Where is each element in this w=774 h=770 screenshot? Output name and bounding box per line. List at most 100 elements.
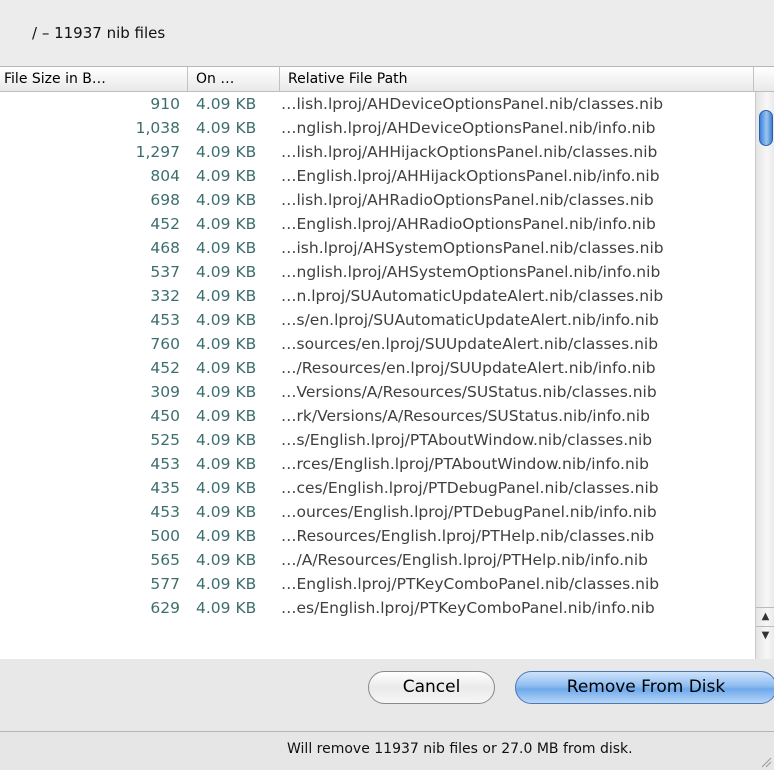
relative-path-cell: …sources/en.lproj/SUUpdateAlert.nib/clas… bbox=[281, 335, 659, 353]
table-header: File Size in B… On … Relative File Path bbox=[0, 67, 774, 92]
relative-path-cell: …rk/Versions/A/Resources/SUStatus.nib/in… bbox=[281, 407, 650, 425]
on-disk-cell: 4.09 KB bbox=[196, 119, 257, 137]
table-row[interactable]: 452 4.09 KB …/Resources/en.lproj/SUUpdateA… bbox=[0, 356, 754, 380]
table-row[interactable]: 435 4.09 KB …ces/English.lproj/PTDebugPane… bbox=[0, 476, 754, 500]
table-row[interactable]: 1,038 4.09 KB …nglish.lproj/AHDeviceOption… bbox=[0, 116, 754, 140]
on-disk-cell: 4.09 KB bbox=[196, 479, 257, 497]
file-size-cell: 577 bbox=[150, 575, 180, 593]
file-size-cell: 910 bbox=[150, 95, 180, 113]
relative-path-cell: …rces/English.lproj/PTAboutWindow.nib/in… bbox=[281, 455, 649, 473]
on-disk-cell: 4.09 KB bbox=[196, 287, 257, 305]
table-row[interactable]: 698 4.09 KB …lish.lproj/AHRadioOptionsPane… bbox=[0, 188, 754, 212]
relative-path-cell: …English.lproj/AHHijackOptionsPanel.nib/… bbox=[281, 167, 660, 185]
page-title: / – 11937 nib files bbox=[32, 24, 166, 42]
file-size-cell: 453 bbox=[150, 455, 180, 473]
table-row[interactable]: 910 4.09 KB …lish.lproj/AHDeviceOptionsPan… bbox=[0, 92, 754, 116]
resize-grip-icon[interactable] bbox=[760, 756, 772, 768]
file-size-cell: 453 bbox=[150, 503, 180, 521]
file-size-cell: 525 bbox=[150, 431, 180, 449]
relative-path-cell: …ces/English.lproj/PTDebugPanel.nib/clas… bbox=[281, 479, 659, 497]
relative-path-cell: …es/English.lproj/PTKeyComboPanel.nib/in… bbox=[281, 599, 655, 617]
relative-path-cell: …ish.lproj/AHSystemOptionsPanel.nib/clas… bbox=[281, 239, 664, 257]
table-row[interactable]: 450 4.09 KB …rk/Versions/A/Resources/SUSta… bbox=[0, 404, 754, 428]
table-row[interactable]: 525 4.09 KB …s/English.lproj/PTAboutWindow… bbox=[0, 428, 754, 452]
table-row[interactable]: 500 4.09 KB …Resources/English.lproj/PTHel… bbox=[0, 524, 754, 548]
on-disk-cell: 4.09 KB bbox=[196, 599, 257, 617]
table-row[interactable]: 537 4.09 KB …nglish.lproj/AHSystemOptionsP… bbox=[0, 260, 754, 284]
on-disk-cell: 4.09 KB bbox=[196, 311, 257, 329]
table-row[interactable]: 468 4.09 KB …ish.lproj/AHSystemOptionsPane… bbox=[0, 236, 754, 260]
scroll-up-arrow-icon[interactable]: ▲ bbox=[756, 607, 774, 626]
relative-path-cell: …s/en.lproj/SUAutomaticUpdateAlert.nib/i… bbox=[281, 311, 659, 329]
relative-path-cell: …Versions/A/Resources/SUStatus.nib/class… bbox=[281, 383, 657, 401]
table-row[interactable]: 309 4.09 KB …Versions/A/Resources/SUStatus… bbox=[0, 380, 754, 404]
on-disk-cell: 4.09 KB bbox=[196, 335, 257, 353]
on-disk-cell: 4.09 KB bbox=[196, 527, 257, 545]
file-size-cell: 468 bbox=[150, 239, 180, 257]
file-size-cell: 435 bbox=[150, 479, 180, 497]
on-disk-cell: 4.09 KB bbox=[196, 383, 257, 401]
on-disk-cell: 4.09 KB bbox=[196, 575, 257, 593]
relative-path-cell: …lish.lproj/AHHijackOptionsPanel.nib/cla… bbox=[281, 143, 658, 161]
table-row[interactable]: 453 4.09 KB …rces/English.lproj/PTAboutWin… bbox=[0, 452, 754, 476]
on-disk-cell: 4.09 KB bbox=[196, 191, 257, 209]
file-size-cell: 537 bbox=[150, 263, 180, 281]
relative-path-cell: …/Resources/en.lproj/SUUpdateAlert.nib/i… bbox=[281, 359, 656, 377]
file-size-cell: 453 bbox=[150, 311, 180, 329]
file-size-cell: 309 bbox=[150, 383, 180, 401]
button-bar: Cancel Remove From Disk bbox=[0, 659, 774, 731]
remove-from-disk-button[interactable]: Remove From Disk bbox=[515, 671, 774, 704]
relative-path-cell: …/A/Resources/English.lproj/PTHelp.nib/i… bbox=[281, 551, 648, 569]
table-row[interactable]: 565 4.09 KB …/A/Resources/English.lproj/PT… bbox=[0, 548, 754, 572]
table-row[interactable]: 804 4.09 KB …English.lproj/AHHijackOptions… bbox=[0, 164, 754, 188]
on-disk-cell: 4.09 KB bbox=[196, 431, 257, 449]
file-size-cell: 565 bbox=[150, 551, 180, 569]
scrollbar-thumb[interactable] bbox=[759, 110, 773, 146]
file-size-cell: 452 bbox=[150, 359, 180, 377]
relative-path-cell: …lish.lproj/AHRadioOptionsPanel.nib/clas… bbox=[281, 191, 654, 209]
cancel-button[interactable]: Cancel bbox=[368, 671, 495, 704]
table-row[interactable]: 453 4.09 KB …ources/English.lproj/PTDebugP… bbox=[0, 500, 754, 524]
file-size-cell: 452 bbox=[150, 215, 180, 233]
table-row[interactable]: 452 4.09 KB …English.lproj/AHRadioOptionsP… bbox=[0, 212, 754, 236]
column-header-on-disk[interactable]: On … bbox=[188, 67, 280, 91]
on-disk-cell: 4.09 KB bbox=[196, 167, 257, 185]
table-body: 910 4.09 KB …lish.lproj/AHDeviceOptionsPan… bbox=[0, 92, 754, 659]
on-disk-cell: 4.09 KB bbox=[196, 263, 257, 281]
file-size-cell: 1,038 bbox=[135, 119, 180, 137]
on-disk-cell: 4.09 KB bbox=[196, 407, 257, 425]
file-size-cell: 450 bbox=[150, 407, 180, 425]
table-row[interactable]: 577 4.09 KB …English.lproj/PTKeyComboPanel… bbox=[0, 572, 754, 596]
on-disk-cell: 4.09 KB bbox=[196, 95, 257, 113]
table-row[interactable]: 760 4.09 KB …sources/en.lproj/SUUpdateAler… bbox=[0, 332, 754, 356]
window-header: / – 11937 nib files bbox=[0, 0, 774, 66]
column-header-file-size[interactable]: File Size in B… bbox=[0, 67, 188, 91]
relative-path-cell: …lish.lproj/AHDeviceOptionsPanel.nib/cla… bbox=[281, 95, 664, 113]
scroll-down-arrow-icon[interactable]: ▼ bbox=[756, 626, 774, 645]
on-disk-cell: 4.09 KB bbox=[196, 215, 257, 233]
table-row[interactable]: 1,297 4.09 KB …lish.lproj/AHHijackOptionsP… bbox=[0, 140, 754, 164]
file-size-cell: 760 bbox=[150, 335, 180, 353]
on-disk-cell: 4.09 KB bbox=[196, 551, 257, 569]
relative-path-cell: …ources/English.lproj/PTDebugPanel.nib/i… bbox=[281, 503, 657, 521]
relative-path-cell: …n.lproj/SUAutomaticUpdateAlert.nib/clas… bbox=[281, 287, 664, 305]
column-header-relative-path[interactable]: Relative File Path bbox=[280, 67, 754, 91]
table-row[interactable]: 629 4.09 KB …es/English.lproj/PTKeyComboPa… bbox=[0, 596, 754, 620]
file-size-cell: 698 bbox=[150, 191, 180, 209]
file-size-cell: 804 bbox=[150, 167, 180, 185]
on-disk-cell: 4.09 KB bbox=[196, 455, 257, 473]
vertical-scrollbar[interactable]: ▲ ▼ bbox=[755, 92, 774, 659]
relative-path-cell: …English.lproj/PTKeyComboPanel.nib/class… bbox=[281, 575, 660, 593]
column-header-filler bbox=[754, 67, 774, 91]
file-size-cell: 500 bbox=[150, 527, 180, 545]
table-row[interactable]: 453 4.09 KB …s/en.lproj/SUAutomaticUpdateA… bbox=[0, 308, 754, 332]
status-text: Will remove 11937 nib files or 27.0 MB f… bbox=[287, 741, 633, 757]
on-disk-cell: 4.09 KB bbox=[196, 359, 257, 377]
file-size-cell: 629 bbox=[150, 599, 180, 617]
file-table: File Size in B… On … Relative File Path … bbox=[0, 66, 774, 660]
relative-path-cell: …nglish.lproj/AHDeviceOptionsPanel.nib/i… bbox=[281, 119, 656, 137]
status-bar: Will remove 11937 nib files or 27.0 MB f… bbox=[0, 731, 774, 770]
on-disk-cell: 4.09 KB bbox=[196, 143, 257, 161]
file-size-cell: 1,297 bbox=[135, 143, 180, 161]
table-row[interactable]: 332 4.09 KB …n.lproj/SUAutomaticUpdateAler… bbox=[0, 284, 754, 308]
